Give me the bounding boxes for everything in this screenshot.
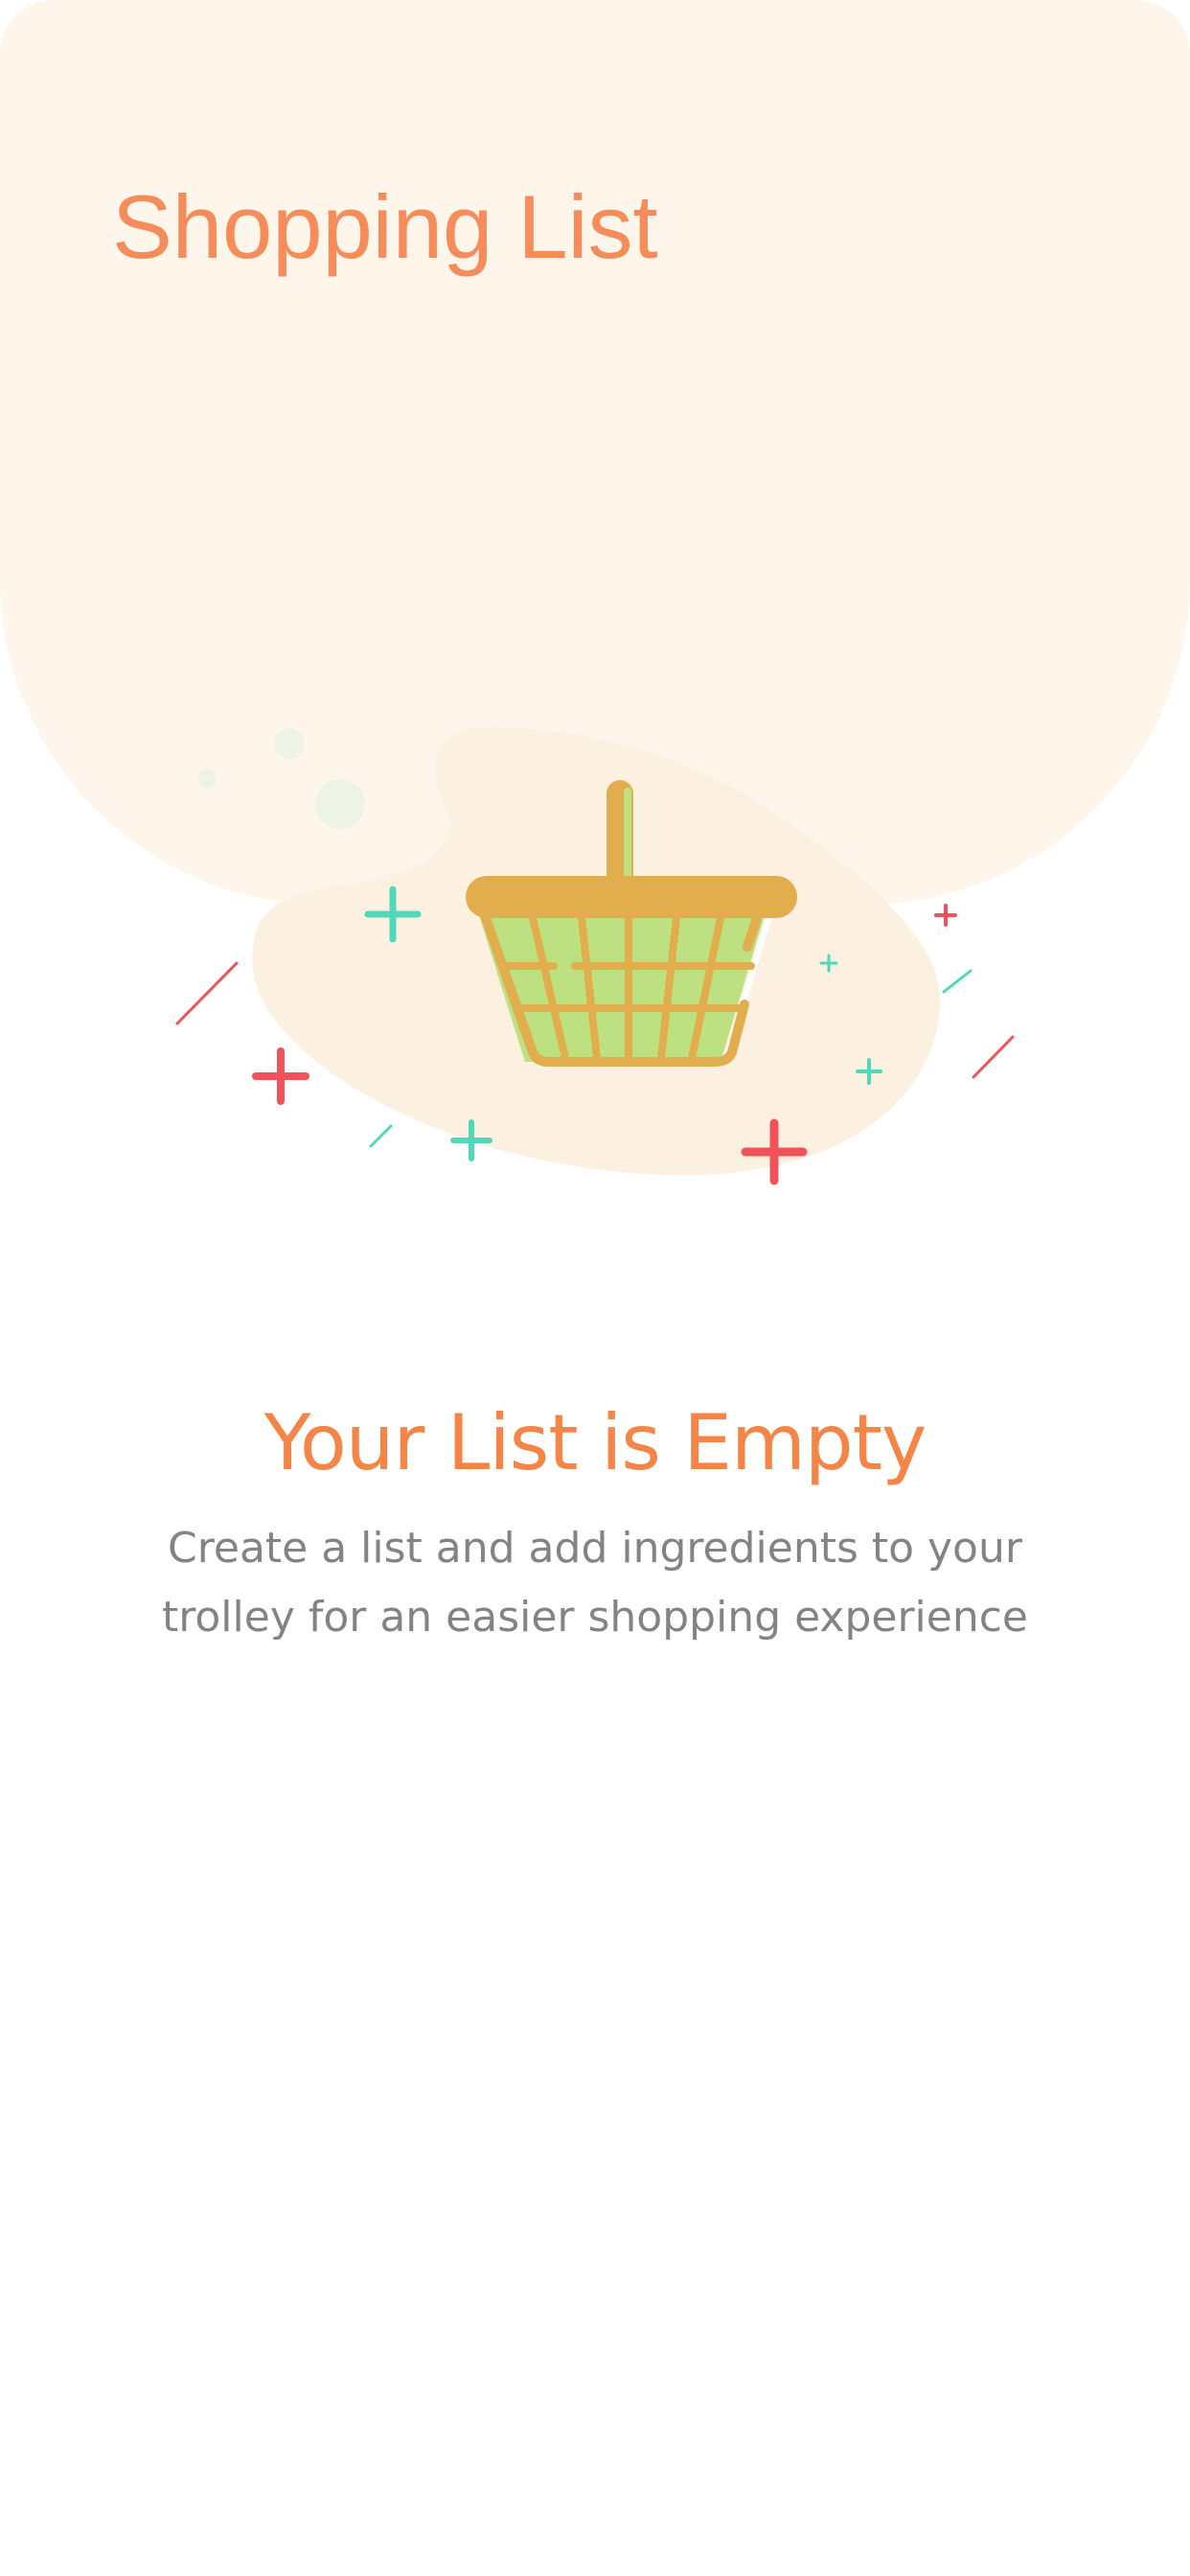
bubble — [197, 769, 217, 788]
empty-state-subtitle: Create a list and add ingredients to you… — [162, 1524, 1028, 1642]
bubble — [315, 779, 365, 829]
page-title: Shopping List — [112, 176, 658, 277]
slash-icon — [369, 1124, 393, 1148]
plus-icon — [252, 1047, 309, 1105]
bubble — [274, 728, 305, 759]
slash-icon — [972, 1035, 1015, 1079]
empty-state-title: Your List is Empty — [263, 1398, 927, 1487]
plus-icon — [934, 904, 957, 927]
slash-icon — [175, 961, 239, 1025]
empty-list-illustration — [175, 726, 1015, 1185]
slash-icon — [942, 969, 973, 994]
shopping-list-screen: Shopping List Your List is Empty Create … — [0, 0, 1190, 2576]
